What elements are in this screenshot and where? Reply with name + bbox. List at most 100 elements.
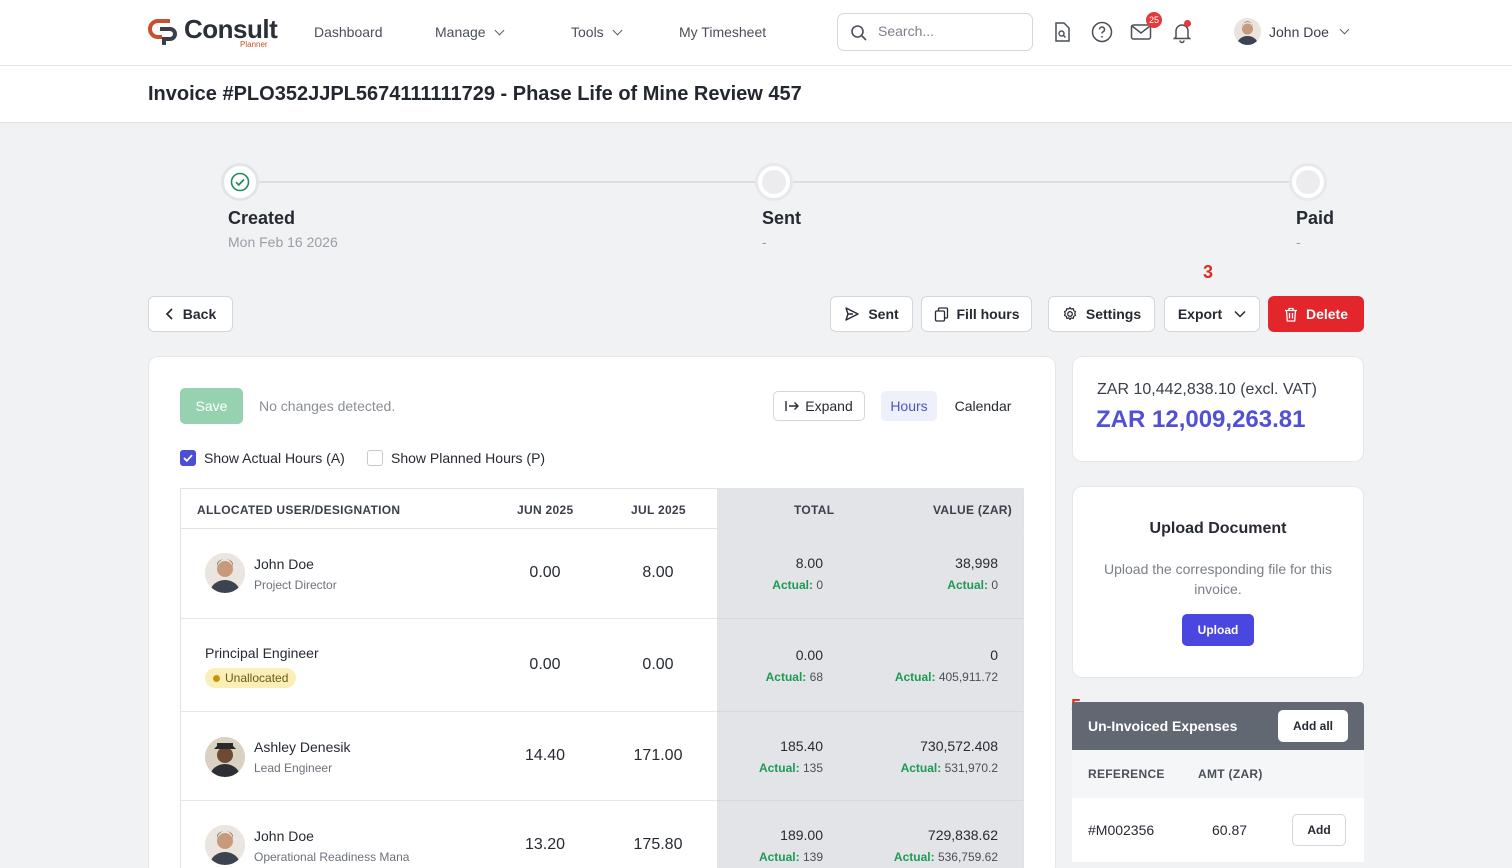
nav-timesheet-label: My Timesheet xyxy=(679,24,767,40)
expenses-header: Un-Invoiced Expenses Add all xyxy=(1072,702,1364,750)
add-all-button[interactable]: Add all xyxy=(1278,710,1348,742)
tab-hours[interactable]: Hours xyxy=(881,391,937,421)
back-button[interactable]: Back xyxy=(148,296,233,332)
expenses-title: Un-Invoiced Expenses xyxy=(1088,718,1238,734)
row-total-actual: Actual: 68 xyxy=(766,670,823,684)
page-title: Invoice #PLO352JJPL5674111111729 - Phase… xyxy=(148,83,802,105)
actual-key: Actual: xyxy=(772,578,813,592)
row-value: 730,572.408 xyxy=(920,738,998,754)
tab-hours-label: Hours xyxy=(890,398,928,414)
sent-label: Sent xyxy=(868,306,899,322)
row-user-name: John Doe xyxy=(254,828,314,844)
row-jul-hours[interactable]: 8.00 xyxy=(618,564,698,582)
document-search-icon[interactable] xyxy=(1050,20,1074,44)
stepper-connector xyxy=(259,181,755,183)
col-header-amount: AMT (ZAR) xyxy=(1198,767,1263,781)
chevron-down-icon xyxy=(612,25,623,35)
send-icon xyxy=(844,306,860,322)
upload-title: Upload Document xyxy=(1149,520,1287,537)
actual-value: 405,911.72 xyxy=(938,670,998,684)
search-input[interactable] xyxy=(878,23,1018,39)
row-jul-hours[interactable]: 171.00 xyxy=(618,747,698,765)
avatar xyxy=(205,737,245,777)
actual-key: Actual: xyxy=(758,850,800,864)
expense-amount: 60.87 xyxy=(1212,822,1248,838)
user-menu[interactable]: John Doe xyxy=(1234,18,1350,45)
show-planned-hours-checkbox[interactable]: Show Planned Hours (P) xyxy=(367,450,545,466)
expense-reference: #M002356 xyxy=(1088,822,1155,838)
settings-label: Settings xyxy=(1085,306,1142,322)
step-paid-label: Paid xyxy=(1296,208,1335,228)
col-header-jun: JUN 2025 xyxy=(517,503,574,517)
actual-value: 536,759.62 xyxy=(937,850,998,864)
allocation-table: ALLOCATED USER/DESIGNATION JUN 2025 JUL … xyxy=(180,488,1024,868)
show-actual-hours-checkbox[interactable]: Show Actual Hours (A) xyxy=(180,450,345,466)
stepper-connector xyxy=(793,181,1289,183)
mail-count-badge: 25 xyxy=(1146,12,1162,28)
row-jul-hours[interactable]: 175.80 xyxy=(618,836,698,854)
chevron-down-icon xyxy=(494,25,505,35)
delete-button[interactable]: Delete xyxy=(1268,296,1364,332)
chevron-down-icon xyxy=(1234,310,1246,318)
nav-tools[interactable]: Tools xyxy=(571,24,623,40)
col-header-jul: JUL 2025 xyxy=(631,503,686,517)
export-dropdown[interactable]: Export xyxy=(1164,296,1260,332)
step-sent-label: Sent xyxy=(762,208,802,228)
checkbox-checked-icon xyxy=(180,450,196,466)
step-created-label: Created xyxy=(228,208,296,228)
unallocated-label: Unallocated xyxy=(225,671,289,685)
search-box[interactable] xyxy=(837,13,1033,51)
row-total-actual: Actual: 0 xyxy=(772,578,823,592)
nav-manage[interactable]: Manage xyxy=(435,24,505,40)
actual-value: 0 xyxy=(816,578,823,592)
settings-button[interactable]: Settings xyxy=(1048,296,1155,332)
user-name: John Doe xyxy=(1269,23,1329,40)
row-value: 38,998 xyxy=(955,555,998,571)
actual-key: Actual: xyxy=(947,578,988,592)
actual-key: Actual: xyxy=(893,850,935,864)
add-all-label: Add all xyxy=(1292,719,1333,733)
actual-key: Actual: xyxy=(758,761,800,775)
fill-hours-button[interactable]: Fill hours xyxy=(921,296,1032,332)
sent-button[interactable]: Sent xyxy=(830,296,913,332)
nav-manage-label: Manage xyxy=(435,24,486,40)
row-jul-hours[interactable]: 0.00 xyxy=(618,656,698,674)
upload-button[interactable]: Upload xyxy=(1182,614,1254,646)
row-user-name: John Doe xyxy=(254,556,314,572)
expand-button[interactable]: Expand xyxy=(773,391,865,421)
row-user-role: Lead Engineer xyxy=(254,761,333,775)
app-name: Consult xyxy=(184,14,278,44)
row-total: 8.00 xyxy=(795,555,823,571)
trash-icon xyxy=(1284,307,1298,322)
actual-value: 135 xyxy=(802,761,823,775)
row-total: 0.00 xyxy=(795,647,823,663)
row-value-actual: Actual: 536,759.62 xyxy=(894,850,998,864)
tab-calendar[interactable]: Calendar xyxy=(947,391,1019,421)
upload-label: Upload xyxy=(1197,623,1239,637)
step-sent-circle xyxy=(755,163,793,201)
step-paid-date: - xyxy=(1296,234,1301,250)
nav-timesheet[interactable]: My Timesheet xyxy=(679,24,766,40)
tab-calendar-label: Calendar xyxy=(954,398,1012,414)
gear-icon xyxy=(1062,306,1078,322)
show-planned-label: Show Planned Hours (P) xyxy=(391,450,546,466)
row-jun-hours[interactable]: 0.00 xyxy=(505,564,585,582)
row-value-actual: Actual: 405,911.72 xyxy=(895,670,998,684)
save-label: Save xyxy=(195,398,228,414)
add-expense-label: Add xyxy=(1307,823,1331,837)
row-value-actual: Actual: 531,970.2 xyxy=(901,761,998,775)
row-total-actual: Actual: 135 xyxy=(759,761,823,775)
row-jun-hours[interactable]: 13.20 xyxy=(505,836,585,854)
row-jun-hours[interactable]: 0.00 xyxy=(505,656,585,674)
nav-dashboard[interactable]: Dashboard xyxy=(314,24,383,40)
row-value: 0 xyxy=(990,647,998,663)
row-user-name: Ashley Denesik xyxy=(254,739,351,755)
avatar xyxy=(1234,18,1261,45)
expenses-column-headers: REFERENCE AMT (ZAR) xyxy=(1072,750,1364,798)
row-jun-hours[interactable]: 14.40 xyxy=(505,747,585,765)
add-expense-button[interactable]: Add xyxy=(1292,814,1346,846)
app-logo[interactable]: Consult Planner xyxy=(148,14,278,49)
save-button[interactable]: Save xyxy=(180,388,243,424)
step-created-circle xyxy=(221,163,259,201)
help-icon[interactable] xyxy=(1090,20,1114,44)
